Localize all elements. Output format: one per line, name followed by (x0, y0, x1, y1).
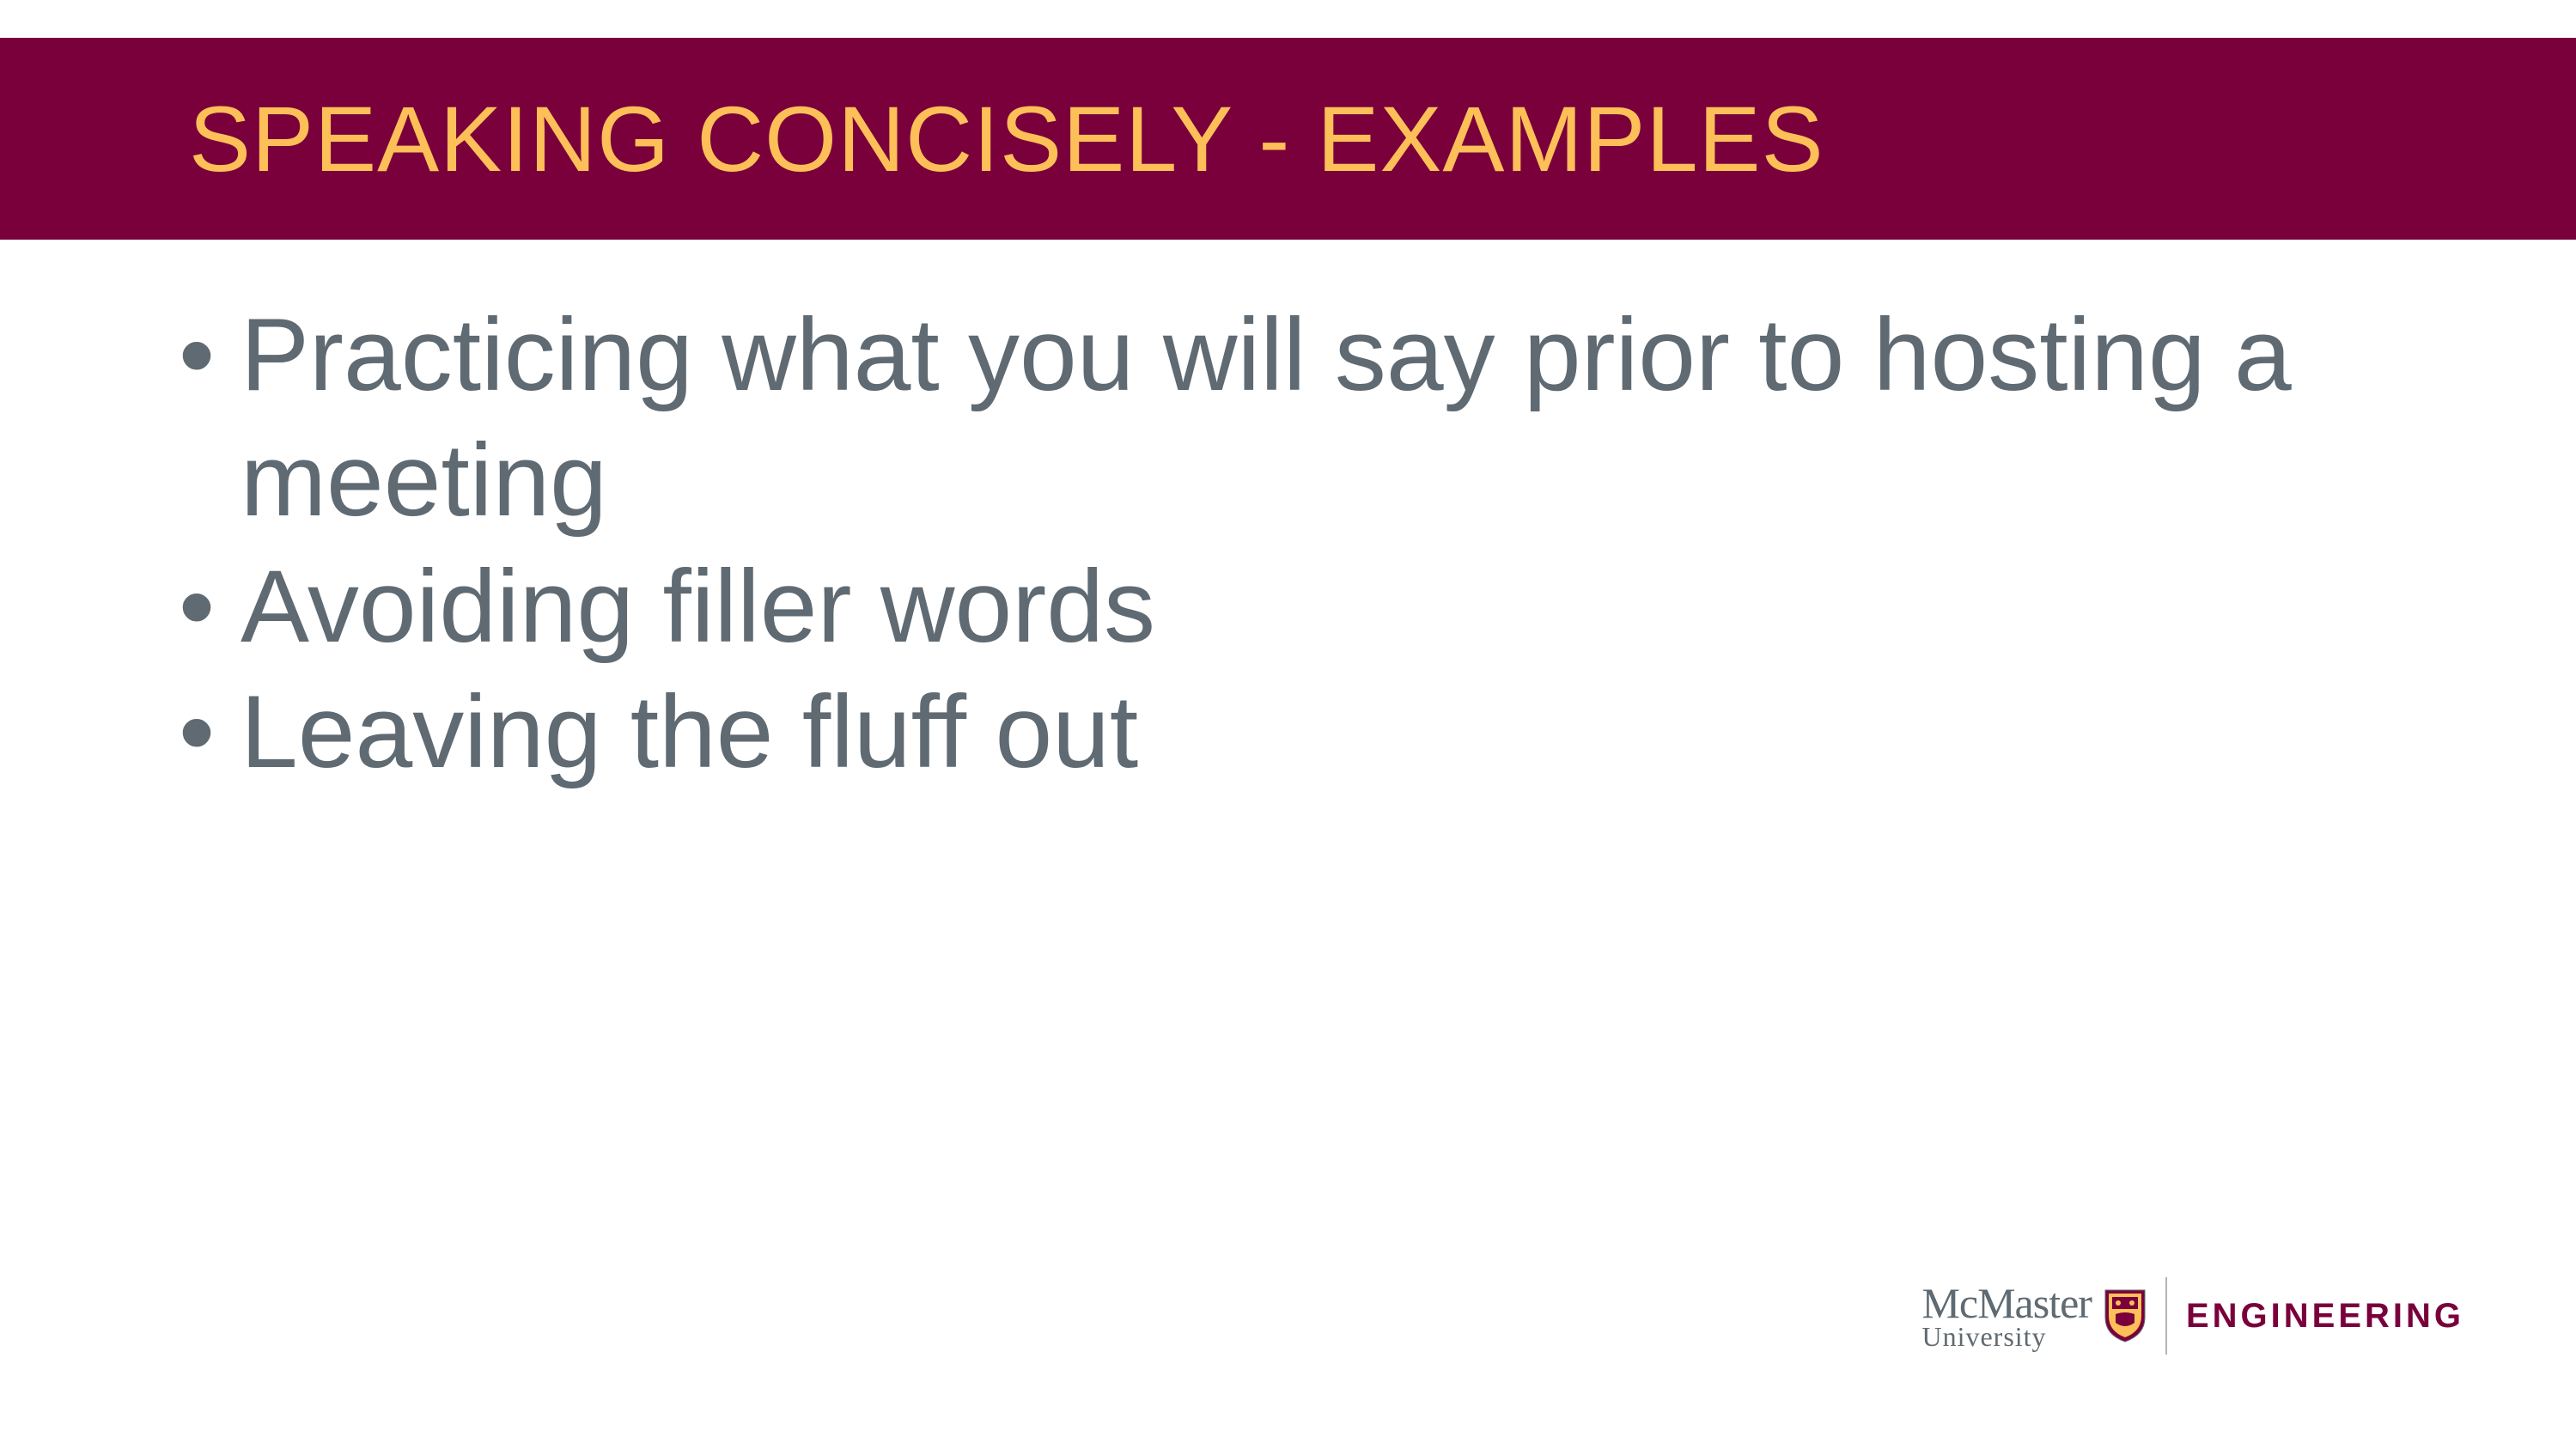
bullet-item: Practicing what you will say prior to ho… (172, 292, 2319, 544)
bullet-item: Avoiding filler words (172, 544, 2319, 669)
bullet-item: Leaving the fluff out (172, 669, 2319, 795)
content-area: Practicing what you will say prior to ho… (172, 292, 2319, 795)
footer-logo-block: McMaster University ENGINEERING (1921, 1277, 2464, 1355)
title-bar: SPEAKING CONCISELY - EXAMPLES (0, 38, 2576, 240)
logo-line2: University (1921, 1323, 2092, 1350)
mcmaster-text: McMaster University (1921, 1282, 2092, 1350)
slide-title: SPEAKING CONCISELY - EXAMPLES (189, 85, 1824, 192)
logo-line1: McMaster (1921, 1282, 2092, 1324)
mcmaster-logo: McMaster University (1921, 1282, 2147, 1350)
crest-icon (2104, 1288, 2147, 1343)
engineering-label: ENGINEERING (2186, 1297, 2464, 1336)
logo-divider (2165, 1277, 2167, 1355)
bullet-list: Practicing what you will say prior to ho… (172, 292, 2319, 795)
slide: SPEAKING CONCISELY - EXAMPLES Practicing… (0, 0, 2576, 1449)
